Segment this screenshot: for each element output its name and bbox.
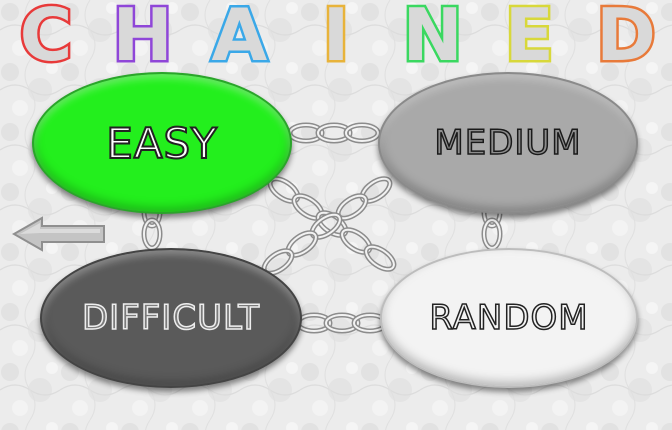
medium-button[interactable]: MEDIUM (378, 72, 638, 214)
left-arrow-icon (11, 216, 105, 252)
easy-label: EASY (105, 118, 218, 169)
random-label: RANDOM (429, 297, 589, 339)
chain-icon (266, 174, 397, 273)
difficult-label: DIFFICULT (81, 297, 260, 339)
back-button[interactable] (11, 216, 108, 252)
difficult-button[interactable]: DIFFICULT (40, 248, 302, 388)
easy-button[interactable]: EASY (32, 72, 292, 214)
random-button[interactable]: RANDOM (380, 248, 638, 388)
medium-label: MEDIUM (434, 122, 582, 164)
